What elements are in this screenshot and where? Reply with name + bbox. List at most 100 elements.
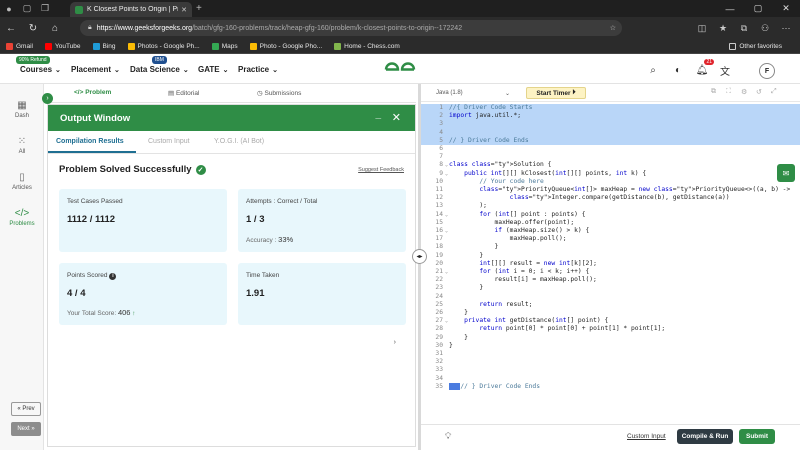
- code-line[interactable]: 19 }: [421, 252, 800, 260]
- bookmark-youtube[interactable]: YouTube: [44, 42, 81, 50]
- favorites-icon[interactable]: ★: [715, 20, 731, 36]
- code-line[interactable]: 29 }: [421, 334, 800, 342]
- minimize-icon[interactable]: _: [375, 109, 381, 120]
- code-line[interactable]: 25 return result;: [421, 301, 800, 309]
- code-line[interactable]: 17 maxHeap.poll();: [421, 235, 800, 243]
- bookmark-gmail[interactable]: Gmail: [6, 42, 33, 50]
- sidebar-item-all[interactable]: ⁙ All: [0, 136, 44, 155]
- extensions-icon[interactable]: ⚇: [757, 20, 773, 36]
- expand-icon[interactable]: ⤢: [771, 88, 777, 96]
- code-line[interactable]: 22 result[i] = maxHeap.poll();: [421, 276, 800, 284]
- code-line[interactable]: 7: [421, 153, 800, 161]
- code-line[interactable]: 6: [421, 145, 800, 153]
- code-line[interactable]: 32: [421, 358, 800, 366]
- code-line[interactable]: 14 ⌄ for (int[] point : points) {: [421, 211, 800, 219]
- expand-sidebar-icon[interactable]: ›: [42, 93, 53, 104]
- code-line[interactable]: 12 class="ty">Integer.compare(getDistanc…: [421, 194, 800, 202]
- nav-courses[interactable]: Courses ⌄: [20, 65, 61, 74]
- compile-run-button[interactable]: Compile & Run: [677, 429, 733, 444]
- code-line[interactable]: 15 maxHeap.offer(point);: [421, 219, 800, 227]
- code-line[interactable]: 1 //{ Driver Code Starts: [421, 104, 800, 113]
- fold-chevron-icon[interactable]: ⌄: [445, 211, 448, 219]
- code-line[interactable]: 33: [421, 366, 800, 374]
- close-tab-icon[interactable]: ✕: [181, 6, 187, 14]
- submit-button[interactable]: Submit: [739, 429, 775, 444]
- bookmark-google-photo[interactable]: Photo - Google Pho...: [249, 42, 322, 50]
- browser-tab-active[interactable]: K Closest Points to Origin | Practic ✕: [70, 2, 192, 17]
- back-icon[interactable]: ←: [0, 17, 22, 39]
- sidebar-item-problems[interactable]: </> Problems: [0, 208, 44, 227]
- fold-chevron-icon[interactable]: ⌄: [445, 268, 448, 276]
- chevron-right-icon[interactable]: ›: [394, 339, 396, 346]
- code-line[interactable]: 26 }: [421, 309, 800, 317]
- code-line[interactable]: 27 ⌄ private int getDistance(int[] point)…: [421, 317, 800, 325]
- split-screen-icon[interactable]: ◫: [694, 20, 710, 36]
- code-line[interactable]: 31: [421, 350, 800, 358]
- fold-chevron-icon[interactable]: ⌄: [445, 317, 448, 325]
- lightbulb-icon[interactable]: 💡︎: [445, 431, 451, 442]
- custom-input-link[interactable]: Custom Input: [627, 433, 666, 440]
- profile-icon[interactable]: ●: [0, 0, 18, 17]
- language-select[interactable]: Java (1.8) ⌄: [433, 87, 513, 99]
- fold-chevron-icon[interactable]: ⌄: [445, 161, 448, 169]
- tab-problem[interactable]: </> Problem: [74, 89, 111, 96]
- code-editor[interactable]: 1 //{ Driver Code Starts 2 import java.util…: [421, 102, 800, 422]
- code-line[interactable]: 11 class="ty">PriorityQueue<int[]> maxHe…: [421, 186, 800, 194]
- code-line[interactable]: 2 import java.util.*;: [421, 112, 800, 121]
- nav-gate[interactable]: GATE ⌄: [198, 65, 229, 74]
- code-line[interactable]: 34: [421, 375, 800, 383]
- code-line[interactable]: 13 );: [421, 202, 800, 210]
- reload-icon[interactable]: ↻: [22, 17, 44, 39]
- new-tab-icon[interactable]: +: [196, 3, 202, 14]
- minimize-window-icon[interactable]: —: [716, 0, 744, 17]
- code-line[interactable]: 4: [421, 128, 800, 137]
- favorite-star-icon[interactable]: ☆: [610, 24, 616, 32]
- next-problem-button[interactable]: Next »: [11, 422, 41, 436]
- code-line[interactable]: 5 // } Driver Code Ends: [421, 136, 800, 145]
- code-line[interactable]: 9 ⌄ public int[][] kClosest(int[][] point…: [421, 170, 800, 178]
- tab-compilation-results[interactable]: Compilation Results: [56, 138, 124, 145]
- home-icon[interactable]: ⌂: [44, 17, 66, 39]
- bookmark-bing[interactable]: Bing: [92, 42, 116, 50]
- gfg-logo[interactable]: [383, 60, 417, 79]
- bookmark-maps[interactable]: Maps: [211, 42, 238, 50]
- code-line[interactable]: 20 int[][] result = new int[k][2];: [421, 260, 800, 268]
- tab-submissions[interactable]: ◷ Submissions: [257, 89, 301, 97]
- prev-problem-button[interactable]: « Prev: [11, 402, 41, 416]
- maximize-window-icon[interactable]: ▢: [744, 0, 772, 17]
- tab-editorial[interactable]: ▤ Editorial: [168, 89, 199, 97]
- theme-toggle-icon[interactable]: ◐: [671, 63, 685, 77]
- fold-chevron-icon[interactable]: ⌄: [445, 227, 448, 235]
- tab-actions-icon[interactable]: ❐: [36, 0, 54, 17]
- code-line[interactable]: 28 return point[0] * point[0] + point[1]…: [421, 325, 800, 333]
- nav-practice[interactable]: Practice ⌄: [238, 65, 278, 74]
- code-line[interactable]: 8 ⌄ class class="ty">Solution {: [421, 161, 800, 169]
- code-line[interactable]: 30}: [421, 342, 800, 350]
- code-line[interactable]: 35 ▮▮▮// } Driver Code Ends: [421, 382, 800, 391]
- code-line[interactable]: 18 }: [421, 243, 800, 251]
- bookmark-google-photos[interactable]: Photos - Google Ph...: [127, 42, 200, 50]
- sidebar-item-dash[interactable]: ▦ Dash: [0, 100, 44, 119]
- avatar[interactable]: F: [759, 63, 775, 79]
- code-line[interactable]: 24: [421, 293, 800, 301]
- sidebar-item-articles[interactable]: ▯ Articles: [0, 172, 44, 191]
- bookmark-chess[interactable]: Home - Chess.com: [334, 42, 400, 50]
- fullscreen-icon[interactable]: ⛶: [726, 88, 731, 96]
- search-icon[interactable]: ⌕: [646, 63, 660, 77]
- tab-custom-input[interactable]: Custom Input: [148, 138, 190, 145]
- reset-icon[interactable]: ↺: [756, 88, 762, 96]
- translate-icon[interactable]: 文: [718, 63, 732, 78]
- code-line[interactable]: 23 }: [421, 284, 800, 292]
- suggest-feedback-link[interactable]: Suggest Feedback: [358, 167, 404, 173]
- start-timer-button[interactable]: Start Timer ⏵: [526, 87, 586, 99]
- other-favorites[interactable]: Other favorites: [729, 42, 782, 50]
- chat-icon[interactable]: ✉: [777, 164, 795, 182]
- info-icon[interactable]: i: [109, 272, 117, 280]
- tab-yogi-ai-bot[interactable]: Y.O.G.I. (AI Bot): [214, 138, 264, 145]
- close-window-icon[interactable]: ✕: [772, 0, 800, 17]
- notification-bell-icon[interactable]: 🔔︎ 21: [695, 59, 714, 77]
- fold-chevron-icon[interactable]: ⌄: [445, 170, 448, 178]
- collections-icon[interactable]: ⧉: [736, 20, 752, 36]
- workspaces-icon[interactable]: ▢: [18, 0, 36, 17]
- code-line[interactable]: 21 ⌄ for (int i = 0; i < k; i++) {: [421, 268, 800, 276]
